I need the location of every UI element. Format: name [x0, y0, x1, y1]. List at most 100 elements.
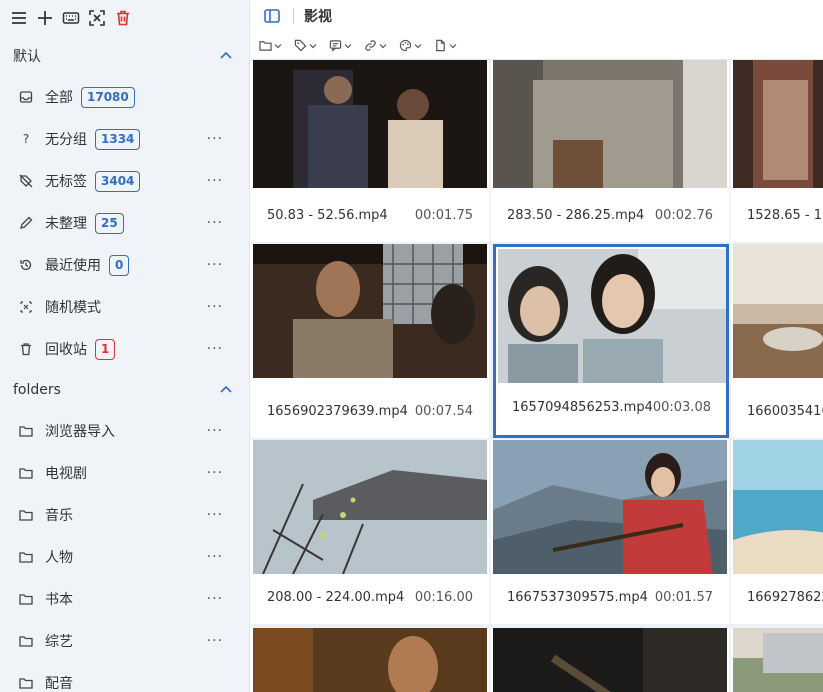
card-caption: 1528.65 - 15 [731, 188, 823, 242]
sidebar-folder-people[interactable]: 人物 ··· [0, 536, 249, 578]
more-options-icon[interactable]: ··· [207, 131, 223, 147]
media-card-selected[interactable]: 1657094856253.mp4 00:03.08 [493, 244, 729, 438]
section-title: 默认 [13, 49, 41, 65]
sidebar-toggle-icon[interactable] [263, 7, 281, 25]
duration: 00:16.00 [414, 589, 473, 605]
card-caption: 283.50 - 286.25.mp4 00:02.76 [491, 188, 729, 242]
media-card[interactable]: 1528.65 - 15 [731, 60, 823, 242]
folder-label: 综艺 [45, 634, 73, 650]
card-caption: 1657094856253.mp4 00:03.08 [496, 379, 726, 435]
link-filter-button[interactable] [364, 39, 387, 52]
more-options-icon[interactable]: ··· [207, 549, 223, 565]
chevron-up-icon[interactable] [219, 49, 233, 63]
folder-label: 配音 [45, 676, 73, 692]
count-badge: 3404 [95, 170, 141, 192]
chevron-down-icon [344, 43, 352, 48]
media-card[interactable]: 208.00 - 224.00.mp4 00:16.00 [251, 440, 489, 624]
history-icon [18, 257, 34, 273]
duration: 00:01.57 [654, 589, 713, 605]
comment-filter-button[interactable] [329, 39, 352, 52]
color-filter-button[interactable] [399, 39, 422, 52]
sidebar-item-label: 未整理 [45, 216, 87, 232]
sidebar-item-recent[interactable]: 最近使用 0 ··· [0, 244, 249, 286]
trash-icon [18, 341, 34, 357]
page-title: 影视 [304, 9, 332, 25]
sidebar-item-all[interactable]: 全部 17080 [0, 76, 249, 118]
more-options-icon[interactable]: ··· [207, 465, 223, 481]
sidebar-folder-music[interactable]: 音乐 ··· [0, 494, 249, 536]
more-options-icon[interactable]: ··· [207, 215, 223, 231]
main-panel: 影视 50.83 - 52.56.mp4 00:01.75 283.50 - 2… [251, 0, 823, 692]
file-name: 16692786221 [747, 589, 823, 605]
section-title: folders [13, 382, 61, 398]
file-icon [436, 39, 445, 52]
sidebar-item-untagged[interactable]: 无标签 3404 ··· [0, 160, 249, 202]
duration: 00:02.76 [654, 207, 713, 223]
sidebar-item-label: 全部 [45, 90, 73, 106]
file-type-filter-button[interactable] [434, 39, 457, 52]
sidebar-item-random[interactable]: 随机模式 ··· [0, 286, 249, 328]
media-card[interactable]: 283.50 - 286.25.mp4 00:02.76 [491, 60, 729, 242]
sidebar-folder-variety[interactable]: 综艺 ··· [0, 620, 249, 662]
menu-icon[interactable] [8, 7, 30, 29]
more-options-icon[interactable]: ··· [207, 299, 223, 315]
card-caption: 208.00 - 224.00.mp4 00:16.00 [251, 570, 489, 624]
sidebar-item-label: 无分组 [45, 132, 87, 148]
video-thumbnail [493, 628, 727, 692]
file-name: 208.00 - 224.00.mp4 [267, 589, 405, 605]
count-badge: 25 [95, 212, 124, 234]
folder-icon [259, 41, 272, 51]
pencil-icon [18, 215, 34, 231]
folder-filter-button[interactable] [259, 39, 282, 52]
media-card[interactable]: 50.83 - 52.56.mp4 00:01.75 [251, 60, 489, 242]
sidebar-toolbar [0, 0, 249, 36]
media-card[interactable] [251, 628, 489, 692]
file-name: 1657094856253.mp4 [512, 399, 653, 415]
sidebar-item-ungrouped[interactable]: ? 无分组 1334 ··· [0, 118, 249, 160]
video-thumbnail [493, 60, 727, 188]
sidebar-folder-books[interactable]: 书本 ··· [0, 578, 249, 620]
video-thumbnail [493, 440, 727, 574]
divider [293, 8, 294, 24]
media-card[interactable]: 1656902379639.mp4 00:07.54 [251, 244, 489, 438]
more-options-icon[interactable]: ··· [207, 173, 223, 189]
tag-filter-button[interactable] [294, 39, 317, 52]
more-options-icon[interactable]: ··· [207, 633, 223, 649]
more-options-icon[interactable]: ··· [207, 257, 223, 273]
media-card[interactable]: 16600354160 [731, 244, 823, 438]
sidebar-folder-browser-import[interactable]: 浏览器导入 ··· [0, 410, 249, 452]
keyboard-icon[interactable] [60, 7, 82, 29]
card-caption: 50.83 - 52.56.mp4 00:01.75 [251, 188, 489, 242]
sidebar-item-label: 回收站 [45, 342, 87, 358]
link-icon [365, 40, 376, 51]
video-thumbnail [733, 60, 823, 188]
media-card[interactable]: 1667537309575.mp4 00:01.57 [491, 440, 729, 624]
media-card[interactable] [731, 628, 823, 692]
chevron-down-icon [414, 43, 422, 48]
folder-label: 书本 [45, 592, 73, 608]
more-options-icon[interactable]: ··· [207, 423, 223, 439]
sidebar: 默认 全部 17080 ? 无分组 1334 ··· 无标签 3404 ··· … [0, 0, 250, 692]
more-options-icon[interactable]: ··· [207, 507, 223, 523]
plus-icon[interactable] [34, 7, 56, 29]
sidebar-folder-dubbing[interactable]: 配音 [0, 662, 249, 692]
file-name: 16600354160 [747, 403, 823, 419]
sidebar-item-unsorted[interactable]: 未整理 25 ··· [0, 202, 249, 244]
more-options-icon[interactable]: ··· [207, 341, 223, 357]
sidebar-item-recycle-bin[interactable]: 回收站 1 ··· [0, 328, 249, 370]
more-options-icon[interactable]: ··· [207, 591, 223, 607]
sidebar-item-label: 无标签 [45, 174, 87, 190]
filter-toolbar [251, 32, 823, 60]
trash-icon[interactable] [112, 7, 134, 29]
scan-icon[interactable] [86, 7, 108, 29]
media-card[interactable]: 16692786221 [731, 440, 823, 624]
folder-icon [18, 549, 34, 565]
sidebar-folder-tv[interactable]: 电视剧 ··· [0, 452, 249, 494]
section-header-default[interactable]: 默认 [0, 36, 249, 76]
chevron-down-icon [379, 43, 387, 48]
tag-off-icon [18, 173, 34, 189]
folder-icon [18, 675, 34, 691]
chevron-up-icon[interactable] [219, 383, 233, 397]
media-card[interactable] [491, 628, 729, 692]
section-header-folders[interactable]: folders [0, 370, 249, 410]
